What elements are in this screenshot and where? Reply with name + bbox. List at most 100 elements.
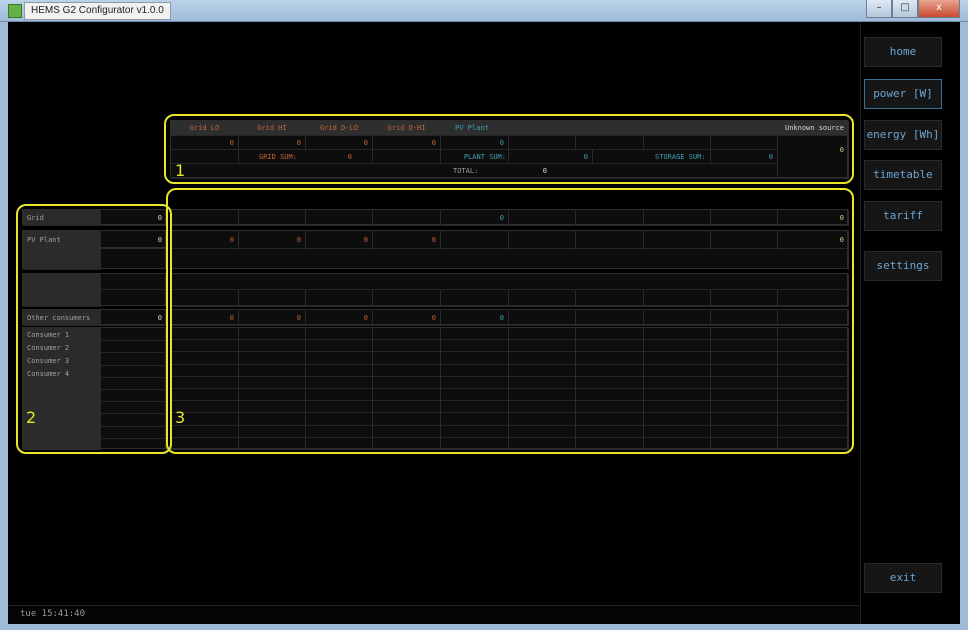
matrix-empty-cell [373,340,441,353]
matrix-empty-cell [306,389,373,402]
source-value[interactable]: 0 [441,136,509,150]
matrix-cell[interactable]: 0 [373,231,441,249]
consumer-item[interactable]: Consumer 4 [23,369,101,382]
source-value[interactable]: 0 [306,136,373,150]
matrix-empty-cell [711,401,778,414]
matrix-empty-cell [171,352,239,365]
storage-block [22,273,167,307]
matrix-cell[interactable]: 0 [171,231,239,249]
matrix-cell[interactable]: 0 [441,310,509,326]
minimize-button[interactable]: – [866,0,892,18]
matrix-empty-cell [171,328,239,341]
maximize-button[interactable]: □ [892,0,918,18]
matrix-empty-cell [711,352,778,365]
matrix-empty-cell [306,401,373,414]
matrix-empty-cell [239,290,306,307]
nav-power-button[interactable]: power [W] [864,79,942,109]
source-value[interactable]: 0 [373,136,441,150]
status-clock: tue 15:41:40 [20,609,86,619]
nav-tariff-button[interactable]: tariff [864,201,942,231]
matrix-cell[interactable]: 0 [239,231,306,249]
matrix-empty-cell [576,401,644,414]
spacer-cell [23,249,101,270]
matrix-empty-cell [441,376,509,389]
other-consumers-value: 0 [101,310,167,326]
matrix-empty-cell [509,376,576,389]
matrix-empty-cell [576,425,644,438]
matrix-empty-cell [239,328,306,341]
matrix-empty-cell [441,290,509,307]
source-col-header [509,121,576,136]
source-value[interactable]: 0 [171,136,239,150]
window-frame-left [0,22,8,630]
matrix-empty-cell [644,328,711,341]
nav-timetable-button[interactable]: timetable [864,160,942,190]
app-icon [8,4,22,18]
unknown-source-value[interactable]: 0 [778,136,849,179]
matrix-empty-cell [239,401,306,414]
nav-energy-button[interactable]: energy [Wh] [864,120,942,150]
sidebar-divider [860,22,861,624]
matrix-cell[interactable]: 0 [306,231,373,249]
close-button[interactable]: x [918,0,960,18]
matrix-cell [441,231,509,249]
matrix-empty-cell [509,413,576,426]
matrix-empty-cell [576,328,644,341]
matrix-empty-cell [509,437,576,450]
matrix-empty-cell [644,376,711,389]
matrix-empty-cell [306,340,373,353]
matrix-empty-cell [373,376,441,389]
matrix-cell [778,310,849,326]
matrix-consumer-block [170,327,849,450]
total-value: 0 [542,167,547,175]
matrix-cell[interactable]: 0 [441,210,509,226]
matrix-cell[interactable]: 0 [239,310,306,326]
grid-value: 0 [101,210,167,226]
matrix-empty-cell [576,389,644,402]
matrix-empty-cell [171,290,239,307]
matrix-empty-cell [711,437,778,450]
nav-settings-button[interactable]: settings [864,251,942,281]
matrix-cell [644,210,711,226]
matrix-empty-cell [509,352,576,365]
status-bar: tue 15:41:40 [8,605,860,624]
matrix-empty-cell [239,425,306,438]
callout-number-1: 1 [175,161,186,180]
matrix-cell [171,210,239,226]
matrix-empty-cell [441,389,509,402]
source-value [711,136,778,150]
matrix-spacer-row [171,249,849,270]
matrix-cell[interactable]: 0 [171,310,239,326]
consumer-item[interactable]: Consumer 2 [23,343,101,356]
source-col-header: PV Plant [441,121,509,136]
matrix-empty-cell [239,364,306,377]
matrix-cell [509,210,576,226]
source-value[interactable]: 0 [239,136,306,150]
matrix-cell [306,210,373,226]
matrix-cell [644,231,711,249]
exit-button[interactable]: exit [864,563,942,593]
matrix-cell[interactable]: 0 [373,310,441,326]
consumer-item[interactable]: Consumer 1 [23,330,101,343]
source-col-header [644,121,711,136]
matrix-empty-cell [441,413,509,426]
matrix-empty-cell [306,290,373,307]
matrix-cell[interactable]: 0 [306,310,373,326]
pv-plant-label: PV Plant [23,231,101,249]
nav-home-button[interactable]: home [864,37,942,67]
matrix-spacer-row [171,274,849,290]
matrix-empty-cell [306,413,373,426]
matrix-empty-cell [711,290,778,307]
callout-number-2: 2 [26,408,37,427]
matrix-cell[interactable]: 0 [778,231,849,249]
consumer-row-divider [101,413,166,415]
matrix-cell[interactable]: 0 [778,210,849,226]
consumer-row-divider [101,437,166,439]
source-col-header: Grid D-LO [306,121,373,136]
matrix-empty-cell [576,376,644,389]
other-consumers-block: Other consumers 0 [22,309,167,326]
consumer-item[interactable]: Consumer 3 [23,356,101,369]
matrix-empty-cell [644,364,711,377]
matrix-cell [509,231,576,249]
matrix-empty-cell [778,389,849,402]
